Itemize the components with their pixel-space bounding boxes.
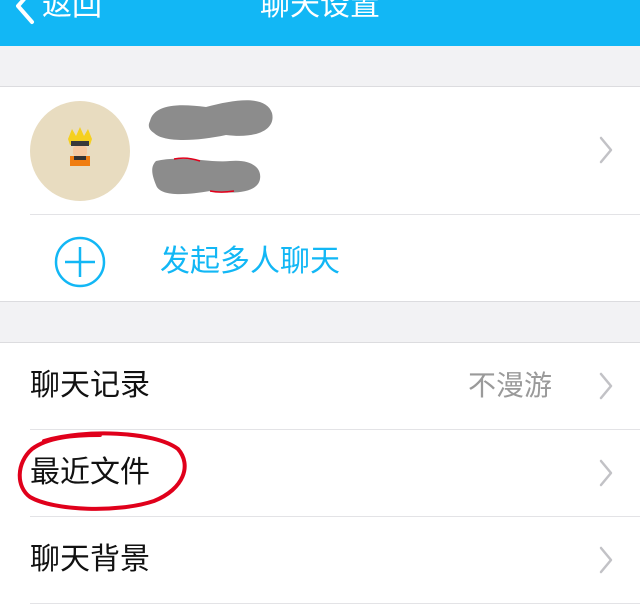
contact-row[interactable]	[0, 87, 640, 214]
list-item-label: 聊天记录	[30, 368, 150, 403]
list-item-label: 聊天背景	[30, 542, 150, 577]
chevron-right-icon	[599, 136, 613, 164]
page-title: 聊天设置	[260, 0, 380, 23]
list-item-label: 最近文件	[30, 455, 150, 490]
list-item-chat-background[interactable]: 聊天背景	[0, 517, 640, 603]
chevron-right-icon	[599, 459, 613, 487]
naruto-avatar-icon	[68, 127, 92, 166]
add-circle-icon	[54, 236, 106, 288]
settings-list: 聊天记录 不漫游 最近文件 聊天背景	[0, 342, 640, 613]
list-item-recent-files[interactable]: 最近文件	[0, 430, 640, 516]
contact-id-redacted	[150, 153, 264, 197]
start-group-chat-row[interactable]: 发起多人聊天	[0, 215, 640, 301]
list-item-chat-history[interactable]: 聊天记录 不漫游	[0, 343, 640, 429]
chevron-right-icon	[599, 546, 613, 574]
avatar[interactable]	[30, 101, 130, 201]
chat-history-value: 不漫游	[467, 369, 552, 402]
nav-bar: 返回 聊天设置	[0, 0, 640, 46]
chevron-right-icon	[599, 372, 613, 400]
divider	[30, 603, 640, 604]
contact-name-redacted	[146, 95, 276, 143]
contact-card: 发起多人聊天	[0, 86, 640, 302]
start-group-chat-label: 发起多人聊天	[160, 244, 340, 279]
